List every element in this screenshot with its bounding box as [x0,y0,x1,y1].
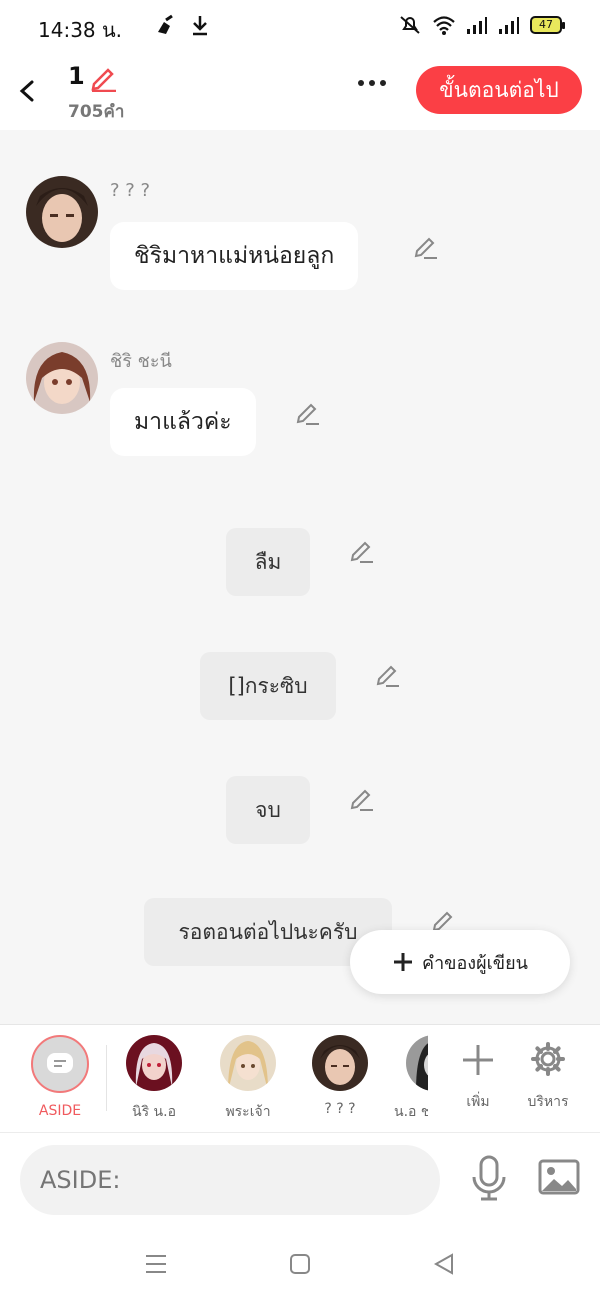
more-options-icon[interactable] [358,80,386,86]
plus-icon [463,1045,493,1075]
character-label: พระเจ้า [225,1104,271,1120]
menu-icon[interactable] [144,1252,168,1276]
battery-icon: 47 [530,16,565,34]
mute-icon [400,16,420,34]
character-slot[interactable]: นิริ น.อ [114,1035,194,1123]
character-aside[interactable]: ASIDE [20,1035,100,1119]
back-icon[interactable] [432,1252,456,1276]
back-arrow-icon[interactable] [14,74,42,108]
edit-narration-icon[interactable] [374,662,400,688]
divider [106,1045,107,1111]
narration-block[interactable]: []กระซิบ [200,652,336,720]
edit-narration-icon[interactable] [348,786,374,812]
character-label: ? ? ? [324,1101,356,1117]
edit-narration-icon[interactable] [348,538,374,564]
message-bubble[interactable]: ชิริมาหาแม่หน่อยลูก [110,222,359,290]
avatar[interactable] [26,342,98,414]
edit-message-icon[interactable] [412,234,438,260]
status-bar: 14:38 น. 47 [0,0,600,56]
wifi-icon [433,16,455,35]
edit-message-icon[interactable] [294,400,320,426]
author-note-button[interactable]: คำของผู้เขียน [350,930,570,994]
message-input[interactable] [20,1145,440,1215]
home-icon[interactable] [288,1252,312,1276]
system-nav-bar [0,1228,600,1300]
next-step-button[interactable]: ขั้นตอนต่อไป [416,66,582,114]
character-label: น.อ ช [394,1104,428,1120]
status-time: 14:38 น. [38,18,123,42]
speaker-name: ชิริ ชะนี [110,351,172,372]
download-icon [193,16,207,36]
character-slot[interactable]: พระเจ้า [208,1035,288,1123]
manage-characters-button[interactable]: บริหาร [518,1039,578,1113]
aside-icon [47,1053,73,1073]
speaker-name: ? ? ? [110,180,151,201]
chat-area: ? ? ? ชิริมาหาแม่หน่อยลูก ชิริ ชะนี มาแล… [0,130,600,1024]
narration-block[interactable]: จบ [226,776,310,844]
add-character-button[interactable]: เพิ่ม [448,1039,508,1113]
author-note-label: คำของผู้เขียน [422,952,528,974]
character-label: นิริ น.อ [132,1104,176,1120]
signal-icon [467,17,487,34]
signal-icon-2 [499,17,519,34]
editor-header: 1 705คำ ขั้นตอนต่อไป [0,56,600,130]
plus-icon [394,953,413,971]
character-slot[interactable]: ? ? ? [300,1035,380,1117]
word-count: 705คำ [68,102,125,122]
message-bubble[interactable]: มาแล้วค่ะ [110,388,256,456]
manage-label: บริหาร [527,1094,569,1110]
image-icon[interactable] [538,1159,580,1195]
add-label: เพิ่ม [466,1094,490,1110]
microphone-icon[interactable] [470,1155,508,1201]
broom-icon [158,14,173,34]
character-bar: ASIDE นิริ น.อ พระเจ้า ? ? ? น.อ ช เพิ่ม… [0,1024,600,1132]
episode-number: 1 [68,62,85,90]
narration-block[interactable]: ลืม [226,528,310,596]
composer-bar [0,1132,600,1228]
character-label: ASIDE [38,1103,82,1119]
character-slot[interactable]: น.อ ช [388,1035,428,1123]
edit-title-icon[interactable] [88,64,118,92]
avatar[interactable] [26,176,98,248]
gear-icon [531,1042,565,1076]
